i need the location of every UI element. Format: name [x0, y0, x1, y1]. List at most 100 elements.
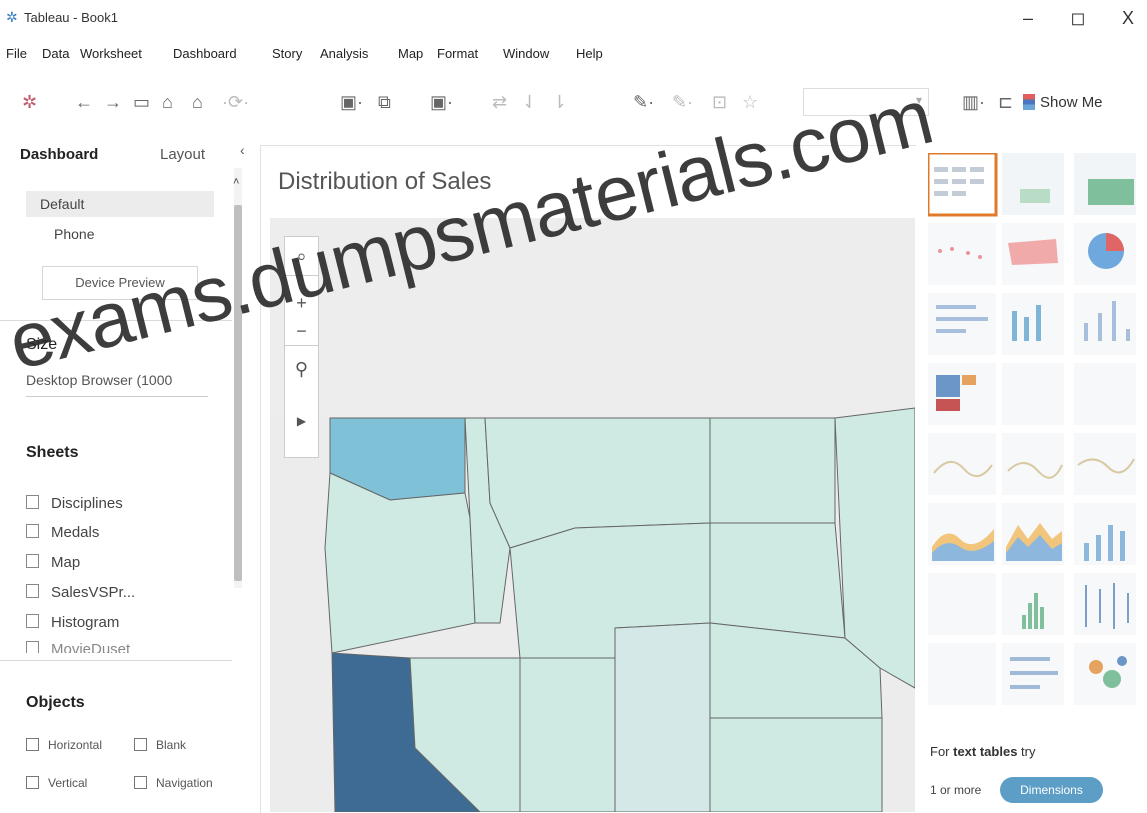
chart-type-heat-map[interactable]: [1002, 153, 1064, 215]
navigation-icon: [134, 776, 147, 790]
hint-chart-type: text tables: [953, 744, 1018, 759]
swap-rows-columns-icon[interactable]: ⇄: [492, 92, 507, 113]
sheet-item[interactable]: Histogram: [26, 614, 119, 636]
requirement-text: 1 or more: [930, 783, 982, 797]
sheet-label: Histogram: [51, 614, 120, 631]
chart-type-gallery: [928, 153, 1136, 705]
object-blank[interactable]: Blank: [134, 738, 186, 752]
sheet-label: Disciplines: [51, 495, 123, 512]
pause-updates-icon[interactable]: ⌂: [192, 92, 203, 113]
sort-descending-icon[interactable]: ⇂: [552, 92, 567, 113]
back-arrow-icon[interactable]: ←: [75, 92, 93, 113]
object-label: Blank: [156, 738, 187, 752]
chart-type-circle-views[interactable]: [1002, 363, 1064, 425]
minimize-button[interactable]: –: [1013, 6, 1043, 30]
map-svg: [270, 218, 915, 812]
presentation-mode-icon[interactable]: ▥·: [962, 92, 985, 113]
menu-dashboard[interactable]: Dashboard: [173, 46, 237, 61]
pin-icon[interactable]: ☆: [742, 92, 758, 113]
sheet-item[interactable]: MovieDuset: [26, 641, 130, 653]
object-vertical[interactable]: Vertical: [26, 776, 87, 790]
chart-type-box-and-whisker[interactable]: [1074, 573, 1136, 635]
chart-type-scatter-plot[interactable]: [928, 573, 996, 635]
menu-data[interactable]: Data: [42, 46, 69, 61]
worksheet-icon: [26, 614, 39, 629]
object-label: Navigation: [156, 776, 213, 790]
show-me-hint: For text tables try: [930, 744, 1036, 759]
size-underline: [26, 396, 208, 397]
device-default-option[interactable]: Default: [26, 191, 214, 217]
chart-type-histogram[interactable]: [1002, 573, 1064, 635]
share-icon[interactable]: ⊏: [998, 92, 1013, 113]
chart-type-side-by-side-bars[interactable]: [1074, 293, 1136, 355]
divider: [0, 660, 232, 661]
tab-dashboard[interactable]: Dashboard: [20, 146, 98, 163]
menu-map[interactable]: Map: [398, 46, 423, 61]
objects-heading: Objects: [26, 694, 85, 711]
show-me-button[interactable]: Show Me: [1040, 94, 1103, 111]
state-kansas[interactable]: [709, 717, 883, 812]
chart-type-stacked-bars[interactable]: [1002, 293, 1064, 355]
duplicate-sheet-icon[interactable]: ⧉: [378, 92, 391, 113]
state-north-dakota[interactable]: [709, 417, 836, 524]
menu-format[interactable]: Format: [437, 46, 478, 61]
hint-suffix: try: [1017, 744, 1036, 759]
window-title: Tableau - Book1: [24, 10, 118, 25]
object-navigation[interactable]: Navigation: [134, 776, 213, 790]
vertical-container-icon: [26, 776, 39, 790]
menu-help[interactable]: Help: [576, 46, 603, 61]
tab-layout[interactable]: Layout: [160, 146, 205, 163]
chart-type-dual-combination[interactable]: [1074, 503, 1136, 565]
menu-analysis[interactable]: Analysis: [320, 46, 368, 61]
state-utah[interactable]: [519, 657, 616, 812]
chart-type-gantt[interactable]: [928, 643, 996, 705]
chart-type-horizontal-bars[interactable]: [928, 293, 996, 355]
save-icon[interactable]: ▭: [133, 92, 150, 113]
new-worksheet-icon[interactable]: ▣·: [340, 92, 363, 113]
collapse-pane-icon[interactable]: ‹: [240, 142, 245, 158]
worksheet-icon: [26, 641, 39, 653]
forward-arrow-icon[interactable]: →: [104, 92, 122, 113]
sales-map[interactable]: [270, 218, 915, 812]
worksheet-icon: [26, 524, 39, 539]
state-colorado[interactable]: [614, 622, 711, 812]
dimensions-pill: Dimensions: [1000, 777, 1103, 803]
toolbar: ✲ ← → ▭ ⌂ ⌂ ·⟳· ▣· ⧉ ▣· ⇄ ⇃ ⇂ ✎· ✎· ⊡ ☆ …: [0, 72, 1147, 132]
scroll-up-icon[interactable]: ˄: [233, 176, 239, 188]
chart-type-side-by-side-circles[interactable]: [1074, 363, 1136, 425]
sheet-item[interactable]: Disciplines: [26, 495, 123, 517]
expand-toolbar-icon[interactable]: ▶: [285, 407, 318, 435]
object-label: Vertical: [48, 776, 88, 790]
sheet-label: Map: [51, 554, 81, 571]
chart-type-lines-discrete[interactable]: [1002, 433, 1064, 495]
state-south-dakota[interactable]: [709, 522, 846, 639]
device-phone-option[interactable]: Phone: [54, 226, 94, 242]
sheet-item[interactable]: Map: [26, 554, 80, 576]
menu-worksheet[interactable]: Worksheet: [80, 46, 142, 61]
new-data-source-icon[interactable]: ⌂: [162, 92, 173, 113]
clear-sheet-icon[interactable]: ▣·: [430, 92, 453, 113]
close-button[interactable]: X: [1113, 6, 1143, 30]
object-horizontal[interactable]: Horizontal: [26, 738, 102, 752]
chart-type-symbol-map[interactable]: [928, 223, 996, 285]
pin-map-icon[interactable]: ⚲: [285, 355, 318, 383]
sort-ascending-icon[interactable]: ⇃: [522, 92, 537, 113]
show-mark-labels-icon[interactable]: ⊡: [712, 92, 727, 113]
menu-story[interactable]: Story: [272, 46, 302, 61]
tableau-logo-icon: ✲: [6, 9, 18, 25]
show-me-icon[interactable]: [1023, 94, 1035, 110]
worksheet-icon: [26, 495, 39, 510]
chart-type-lines-continuous[interactable]: [928, 433, 996, 495]
sheet-item[interactable]: SalesVSPr...: [26, 584, 135, 606]
highlight-icon[interactable]: ✎·: [633, 92, 654, 113]
tableau-home-icon[interactable]: ✲: [22, 92, 37, 113]
maximize-button[interactable]: ◻: [1063, 6, 1093, 30]
group-members-icon[interactable]: ✎·: [672, 92, 693, 113]
refresh-icon[interactable]: ·⟳·: [222, 92, 249, 113]
blank-icon: [134, 738, 147, 752]
state-oregon[interactable]: [324, 472, 476, 654]
menu-bar: File Data Worksheet Dashboard Story Anal…: [0, 38, 1147, 64]
sheet-item[interactable]: Medals: [26, 524, 99, 546]
menu-file[interactable]: File: [6, 46, 27, 61]
menu-window[interactable]: Window: [503, 46, 549, 61]
